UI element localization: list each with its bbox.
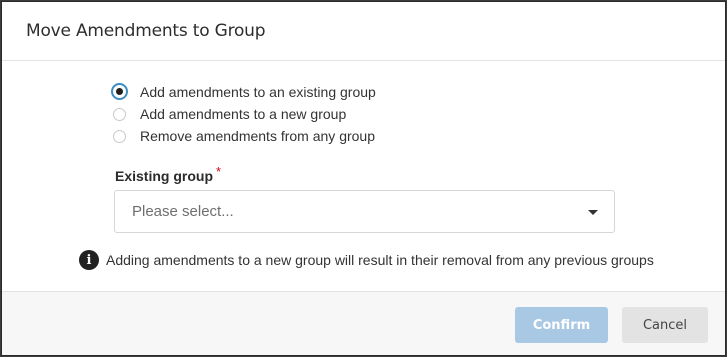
chevron-down-icon [588, 210, 598, 215]
existing-group-label: Existing group * [115, 164, 221, 184]
existing-group-select-placeholder: Please select... [132, 203, 234, 220]
dialog-body: Add amendments to an existing group Add … [2, 61, 725, 290]
dialog-footer: Confirm Cancel [2, 291, 725, 355]
required-marker: * [216, 164, 222, 179]
confirm-button[interactable]: Confirm [515, 307, 608, 343]
radio-new-group[interactable] [113, 107, 126, 121]
move-amendments-dialog: Move Amendments to Group Add amendments … [1, 1, 726, 356]
option-new-group[interactable]: Add amendments to a new group [113, 106, 346, 122]
existing-group-label-text: Existing group [115, 168, 213, 184]
info-icon: i [79, 250, 99, 270]
radio-remove-from-group[interactable] [113, 129, 126, 143]
dialog-title: Move Amendments to Group [26, 21, 266, 41]
existing-group-select[interactable]: Please select... [114, 190, 615, 233]
option-existing-group[interactable]: Add amendments to an existing group [111, 83, 376, 100]
cancel-button[interactable]: Cancel [622, 307, 708, 343]
option-remove-from-group[interactable]: Remove amendments from any group [113, 128, 375, 144]
option-existing-group-label: Add amendments to an existing group [140, 83, 376, 100]
info-message: i Adding amendments to a new group will … [79, 250, 654, 270]
radio-existing-group[interactable] [111, 83, 128, 100]
option-new-group-label: Add amendments to a new group [140, 106, 347, 122]
info-message-text: Adding amendments to a new group will re… [106, 252, 654, 268]
dialog-header: Move Amendments to Group [2, 2, 725, 61]
option-remove-from-group-label: Remove amendments from any group [140, 128, 375, 144]
